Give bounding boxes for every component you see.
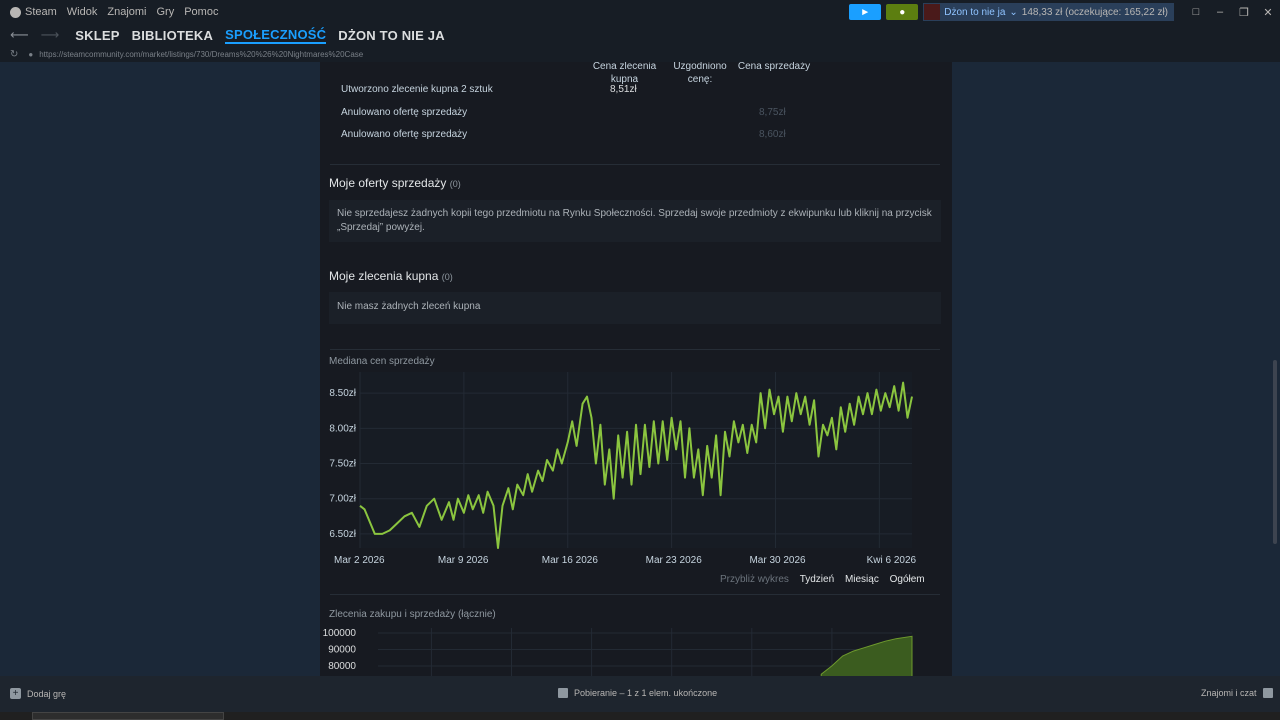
y-tick-label: 7.50zł: [329, 459, 356, 470]
plus-icon: +: [10, 688, 21, 699]
friends-chat-button[interactable]: Znajomi i czat: [1201, 688, 1273, 698]
menu-games[interactable]: Gry: [156, 6, 174, 18]
x-tick-label: Mar 30 2026: [749, 555, 806, 566]
reload-icon[interactable]: ↻: [10, 49, 18, 60]
announcements-button[interactable]: ►: [849, 4, 882, 20]
header-agreed-price: Uzgodniono cenę:: [673, 62, 727, 85]
my-listings-panel: Nie sprzedajesz żadnych kopii tego przed…: [329, 200, 941, 242]
history-row-label: Utworzono zlecenie kupna 2 sztuk: [341, 84, 493, 95]
median-price-chart-title: Mediana cen sprzedaży: [329, 356, 435, 367]
lock-icon: ●: [28, 49, 34, 59]
page-scrollbar[interactable]: [1270, 62, 1280, 676]
add-game-button[interactable]: + Dodaj grę: [10, 688, 66, 699]
zoom-all[interactable]: Ogółem: [890, 574, 925, 585]
my-listings-count: (0): [449, 179, 461, 189]
friends-chat-label: Znajomi i czat: [1201, 688, 1257, 698]
y-tick-label: 100000: [323, 628, 357, 639]
median-price-chart[interactable]: 6.50zł 7.00zł 7.50zł 8.00zł 8.50zł Mar 2 2026…: [320, 368, 952, 568]
my-listings-title: Moje oferty sprzedaży (0): [329, 176, 461, 190]
plot-area: [360, 372, 912, 548]
y-tick-label: 6.50zł: [329, 529, 356, 540]
nav-profile[interactable]: DŻON TO NIE JA: [338, 28, 445, 43]
restore-icon[interactable]: ❐: [1232, 6, 1256, 19]
my-buy-orders-title: Moje zlecenia kupna (0): [329, 269, 453, 283]
zoom-week[interactable]: Tydzień: [800, 574, 834, 585]
url-bar: ↻ ● https://steamcommunity.com/market/li…: [0, 46, 1280, 62]
x-tick-label: Mar 16 2026: [542, 555, 599, 566]
minimize-icon[interactable]: –: [1208, 6, 1232, 18]
my-buy-orders-title-text: Moje zlecenia kupna: [329, 269, 439, 283]
y-tick-label: 8.50zł: [329, 388, 356, 399]
my-listings-empty-text: Nie sprzedajesz żadnych kopii tego przed…: [337, 208, 932, 233]
orders-chart-title: Zlecenia zakupu i sprzedaży (łącznie): [329, 609, 496, 620]
avatar: [924, 4, 941, 20]
header-sell-price: Cena sprzedaży: [737, 62, 811, 72]
market-listing-content: Cena zlecenia kupna Uzgodniono cenę: Cen…: [320, 62, 952, 676]
status-bar: + Dodaj grę Pobieranie – 1 z 1 elem. uko…: [0, 676, 1280, 712]
downloads-label: Pobieranie – 1 z 1 elem. ukończone: [574, 688, 718, 698]
wallet-balance: 148,33 zł (oczekujące: 165,22 zł): [1021, 6, 1168, 18]
y-tick-label: 8.00zł: [329, 423, 356, 434]
history-row-buy-price: 8,51zł: [610, 84, 637, 95]
history-row-sell-price: 8,60zł: [759, 129, 786, 140]
big-picture-icon[interactable]: □: [1184, 6, 1208, 18]
add-game-label: Dodaj grę: [27, 688, 67, 699]
my-listings-title-text: Moje oferty sprzedaży: [329, 176, 447, 190]
nav-community[interactable]: SPOŁECZNOŚĆ: [225, 27, 327, 44]
history-row-sell-price: 8,75zł: [759, 107, 786, 118]
zoom-label: Przybliż wykres: [720, 574, 789, 585]
x-tick-label: Mar 23 2026: [646, 555, 703, 566]
zoom-month[interactable]: Miesiąc: [845, 574, 879, 585]
account-menu[interactable]: Dżon to nie ja ⌄ 148,33 zł (oczekujące: …: [923, 3, 1174, 21]
chevron-down-icon: ⌄: [1009, 6, 1018, 18]
os-taskbar: [0, 712, 1280, 720]
steam-logo-icon: [10, 6, 21, 18]
download-icon: [558, 688, 568, 698]
header-buy-price: Cena zlecenia kupna: [592, 62, 657, 85]
chat-icon: [1262, 688, 1273, 698]
nav-library[interactable]: BIBLIOTEKA: [132, 28, 213, 43]
history-row-label: Anulowano ofertę sprzedaży: [341, 107, 468, 118]
my-buy-orders-empty-text: Nie masz żadnych zleceń kupna: [337, 301, 481, 312]
x-tick-label: Kwi 6 2026: [867, 555, 917, 566]
y-tick-label: 80000: [328, 661, 356, 672]
menu-view[interactable]: Widok: [67, 6, 98, 18]
divider: [330, 349, 940, 350]
zoom-controls: Przybliż wykres Tydzień Miesiąc Ogółem: [720, 574, 925, 585]
page-url[interactable]: https://steamcommunity.com/market/listin…: [39, 50, 363, 59]
megaphone-icon: ►: [860, 6, 871, 18]
account-name: Dżon to nie ja: [944, 6, 1006, 18]
x-tick-label: Mar 2 2026: [334, 555, 385, 566]
my-buy-orders-count: (0): [441, 272, 453, 282]
my-buy-orders-panel: Nie masz żadnych zleceń kupna: [329, 292, 941, 324]
forward-arrow-icon[interactable]: ⟶: [41, 27, 60, 43]
main-nav: ⟵ ⟶ SKLEP BIBLIOTEKA SPOŁECZNOŚĆ DŻON TO…: [0, 24, 1280, 46]
back-arrow-icon[interactable]: ⟵: [10, 27, 29, 43]
top-menu-bar: Steam Widok Znajomi Gry Pomoc ► ● Dżon t…: [0, 0, 1280, 24]
divider: [330, 164, 940, 165]
orders-chart[interactable]: 100000 90000 80000: [320, 628, 952, 676]
notifications-button[interactable]: ●: [886, 4, 919, 20]
x-tick-label: Mar 9 2026: [438, 555, 489, 566]
divider: [330, 594, 940, 595]
history-row-label: Anulowano ofertę sprzedaży: [341, 129, 468, 140]
bell-icon: ●: [899, 6, 906, 18]
nav-store[interactable]: SKLEP: [75, 28, 119, 43]
taskbar-search[interactable]: [32, 712, 224, 720]
scrollbar-thumb[interactable]: [1273, 360, 1277, 544]
close-icon[interactable]: ✕: [1256, 6, 1280, 19]
orders-area: [820, 635, 913, 676]
menu-steam[interactable]: Steam: [25, 6, 57, 18]
menu-friends[interactable]: Znajomi: [107, 6, 146, 18]
y-tick-label: 90000: [328, 644, 356, 655]
y-tick-label: 7.00zł: [329, 494, 356, 505]
downloads-button[interactable]: Pobieranie – 1 z 1 elem. ukończone: [558, 688, 717, 698]
menu-help[interactable]: Pomoc: [184, 6, 218, 18]
